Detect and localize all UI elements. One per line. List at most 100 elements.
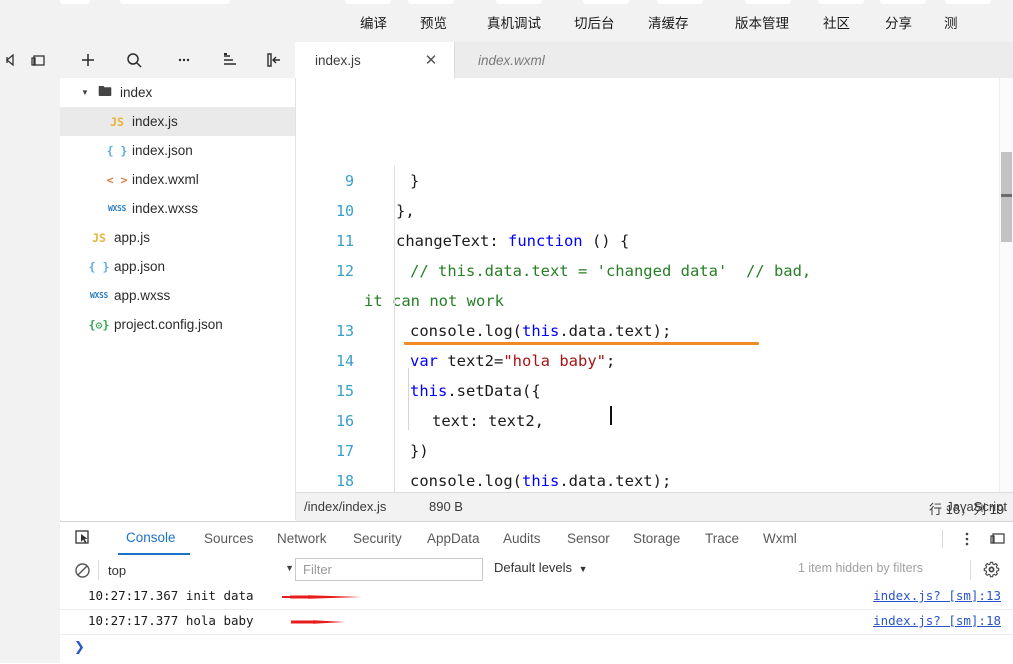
console-message-row[interactable]: 10:27:17.367 init data index.js? [sm]:13 <box>60 585 1013 610</box>
tree-item-app-js[interactable]: JS app.js <box>60 223 295 252</box>
scrollbar-marker <box>1001 194 1012 197</box>
code-editor[interactable]: 9 10 11 12 13 14 15 16 17 18 19 20 21 } … <box>296 78 1013 520</box>
panel-toggle-icon[interactable] <box>28 50 50 72</box>
add-file-button[interactable] <box>76 49 100 71</box>
toolbar-item-compile[interactable]: 编译 <box>360 12 387 32</box>
more-options-icon[interactable] <box>172 49 196 71</box>
settings-gear-icon[interactable] <box>981 559 1001 579</box>
tree-item-index-wxml[interactable]: < > index.wxml <box>60 165 295 194</box>
wxml-file-icon: < > <box>106 172 128 187</box>
console-filter-input[interactable]: Filter <box>295 558 483 581</box>
devtools-tab-console[interactable]: Console <box>118 522 190 555</box>
tree-item-label: index.json <box>132 143 193 158</box>
devtools-tab-appdata[interactable]: AppData <box>419 522 489 555</box>
code-text-area[interactable]: } }, changeText: function () { // this.d… <box>364 78 1013 520</box>
code-line-16[interactable]: text: text2, <box>432 406 544 436</box>
tree-item-label: index.wxml <box>132 172 199 187</box>
tree-item-index-json[interactable]: { } index.json <box>60 136 295 165</box>
toolbar-item-community[interactable]: 社区 <box>823 12 850 32</box>
toolbar-item-test[interactable]: 测 <box>944 12 958 32</box>
console-filter-placeholder: Filter <box>303 562 332 577</box>
code-line-11[interactable]: changeText: function () { <box>396 226 629 256</box>
code-line-9[interactable]: } <box>410 166 419 196</box>
inspect-element-icon[interactable] <box>72 528 94 548</box>
toolbar-icon-chip <box>408 0 454 4</box>
tree-item-label: project.config.json <box>114 317 223 332</box>
editor-scrollbar[interactable] <box>999 78 1013 520</box>
console-message-source[interactable]: index.js? [sm]:13 <box>873 588 1001 603</box>
code-line-15[interactable]: this.setData({ <box>410 376 541 406</box>
devtools-tab-network[interactable]: Network <box>269 522 339 555</box>
console-levels-dropdown[interactable]: Default levels ▼ <box>494 560 588 575</box>
toolbar-icon-chip <box>496 0 542 4</box>
console-hidden-items-note: 1 item hidden by filters <box>797 561 923 575</box>
dock-panel-icon[interactable] <box>985 522 1011 555</box>
code-line-17[interactable]: }) <box>410 436 429 466</box>
console-prompt-icon: ❯ <box>74 639 85 654</box>
tree-item-app-wxss[interactable]: WXSS app.wxss <box>60 281 295 310</box>
line-number: 15 <box>335 382 354 400</box>
console-prompt-row[interactable]: ❯ <box>60 635 1013 663</box>
tab-index-wxml[interactable]: index.wxml <box>456 42 636 78</box>
more-vertical-icon[interactable] <box>955 522 979 555</box>
console-message-list[interactable]: 10:27:17.367 init data index.js? [sm]:13… <box>60 585 1013 664</box>
toolbar-item-device-debug[interactable]: 真机调试 <box>487 12 541 32</box>
code-line-12-wrap[interactable]: it can not work <box>364 286 504 316</box>
json-file-icon: { } <box>88 259 110 274</box>
console-levels-label: Default levels <box>494 560 573 575</box>
toolbar-item-preview[interactable]: 预览 <box>420 12 447 32</box>
devtools-tab-storage[interactable]: Storage <box>625 522 691 555</box>
toolbar-icon-chip <box>945 0 991 4</box>
toolbar-item-share[interactable]: 分享 <box>885 12 912 32</box>
console-message-source[interactable]: index.js? [sm]:18 <box>873 613 1001 628</box>
console-message-text: 10:27:17.377 hola baby <box>88 613 254 628</box>
sort-icon[interactable] <box>218 49 242 71</box>
devtools-tab-security[interactable]: Security <box>345 522 413 555</box>
devtools-tab-audits[interactable]: Audits <box>495 522 553 555</box>
toolbar-item-background[interactable]: 切后台 <box>574 12 615 32</box>
tree-item-label: app.wxss <box>114 288 171 303</box>
tree-item-app-json[interactable]: { } app.json <box>60 252 295 281</box>
toolbar-item-clear-cache[interactable]: 清缓存 <box>648 12 689 32</box>
tree-item-project-config[interactable]: {⚙} project.config.json <box>60 310 295 339</box>
tree-item-index-folder[interactable]: ▼ 🖿 index <box>60 78 295 107</box>
toolbar-project-chip <box>120 0 230 4</box>
code-line-10[interactable]: }, <box>396 196 415 226</box>
play-back-icon[interactable] <box>2 50 24 72</box>
clear-console-icon[interactable] <box>72 560 92 580</box>
toolbar-icon-chip <box>583 0 629 4</box>
tree-item-index-js[interactable]: JS index.js <box>60 107 295 136</box>
console-message-text: 10:27:17.367 init data <box>88 588 254 603</box>
tab-index-js[interactable]: index.js ✕ <box>295 42 455 78</box>
tree-item-label: index.js <box>132 114 178 129</box>
annotation-arrow <box>285 614 345 633</box>
close-icon[interactable]: ✕ <box>423 52 439 68</box>
devtools-tab-wxml[interactable]: Wxml <box>755 522 809 555</box>
console-context-select[interactable]: top ▼ <box>108 559 302 581</box>
collapse-panel-icon[interactable] <box>262 49 286 71</box>
line-number: 16 <box>335 412 354 430</box>
file-tree[interactable]: ▼ 🖿 index JS index.js { } index.json < >… <box>60 78 296 520</box>
tree-item-index-wxss[interactable]: WXSS index.wxss <box>60 194 295 223</box>
status-file-size: 890 B <box>429 499 463 514</box>
code-line-12[interactable]: // this.data.text = 'changed data' // ba… <box>410 256 811 286</box>
console-message-row[interactable]: 10:27:17.377 hola baby index.js? [sm]:18 <box>60 610 1013 635</box>
annotation-underline-top <box>404 342 759 345</box>
chevron-down-icon: ▼ <box>578 564 588 574</box>
editor-scrollbar-thumb[interactable] <box>1001 152 1012 242</box>
toolbar-icon-chip <box>657 0 703 4</box>
toolbar-icon-chip <box>60 0 90 4</box>
devtools-tab-trace[interactable]: Trace <box>697 522 749 555</box>
search-icon[interactable] <box>122 49 146 71</box>
chevron-down-icon[interactable]: ▼ <box>78 78 92 107</box>
devtools-tab-sensor[interactable]: Sensor <box>559 522 619 555</box>
code-line-clipped <box>410 78 419 90</box>
toolbar-item-version-control[interactable]: 版本管理 <box>735 12 789 32</box>
devtools-tab-sources[interactable]: Sources <box>196 522 264 555</box>
tab-label: index.wxml <box>478 52 545 68</box>
code-line-14[interactable]: var text2="hola baby"; <box>410 346 615 376</box>
editor-tab-strip: index.js ✕ index.wxml <box>295 42 1013 79</box>
tree-item-label: app.json <box>114 259 166 274</box>
divider <box>98 560 99 580</box>
devtools-tab-bar: Console Sources Network Security AppData… <box>60 522 1013 556</box>
